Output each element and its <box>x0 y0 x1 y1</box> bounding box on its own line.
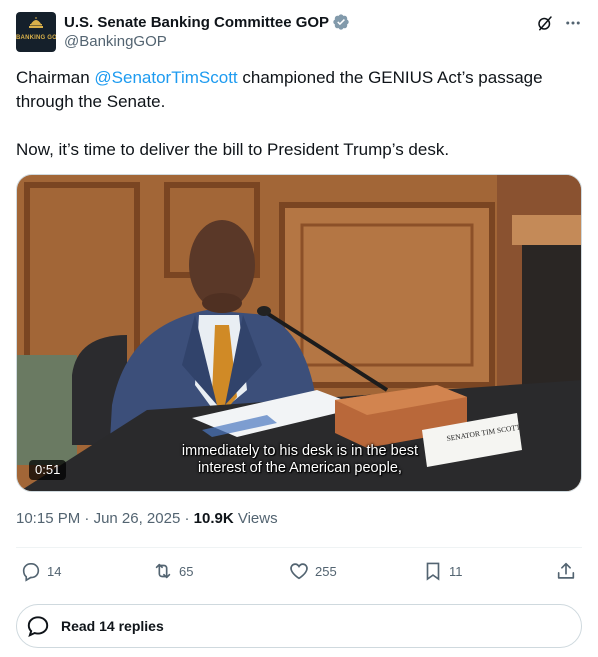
like-button[interactable]: 255 <box>288 560 337 582</box>
video-caption: immediately to his desk is in the best i… <box>17 443 581 477</box>
like-icon <box>290 563 308 580</box>
display-name[interactable]: U.S. Senate Banking Committee GOP <box>64 14 329 31</box>
tweet-time[interactable]: 10:15 PM <box>16 510 80 527</box>
video-player[interactable]: SENATOR TIM SCOTT immediately to his des… <box>16 174 582 492</box>
meta-separator-2: · <box>184 510 190 527</box>
handle[interactable]: @BankingGOP <box>64 33 350 50</box>
divider <box>16 547 582 548</box>
tweet-date[interactable]: Jun 26, 2025 <box>94 510 181 527</box>
avatar[interactable]: BANKING GOP <box>16 12 56 52</box>
video-duration: 0:51 <box>29 460 67 480</box>
avatar-label: BANKING GOP <box>16 35 56 41</box>
share-button[interactable] <box>555 560 577 582</box>
read-replies-label: Read 14 replies <box>61 618 164 634</box>
bookmark-button[interactable]: 11 <box>422 560 463 582</box>
caption-line-2: interest of the American people, <box>198 460 402 476</box>
meta-separator: · <box>84 510 90 527</box>
tweet-paragraph-2: Now, it’s time to deliver the bill to Pr… <box>16 140 450 159</box>
display-name-row: U.S. Senate Banking Committee GOP <box>64 13 350 31</box>
repost-icon <box>155 563 171 579</box>
more-icon[interactable] <box>564 14 582 32</box>
bookmark-count: 11 <box>449 563 463 579</box>
tweet-header: BANKING GOP U.S. Senate Banking Committe… <box>16 12 582 56</box>
like-count: 255 <box>315 563 337 579</box>
repost-button[interactable]: 65 <box>152 560 193 582</box>
bookmark-icon <box>426 562 440 581</box>
capitol-dome-icon <box>29 17 43 28</box>
grok-icon[interactable] <box>536 14 554 32</box>
action-bar: 14 65 255 11 <box>16 560 582 584</box>
tweet-text: Chairman @SenatorTimScott championed the… <box>16 66 582 162</box>
speech-bubble-icon <box>27 616 49 638</box>
reply-count: 14 <box>47 563 62 579</box>
read-replies-button[interactable]: Read 14 replies <box>16 604 582 648</box>
views-label: Views <box>237 510 278 527</box>
reply-icon <box>22 563 40 582</box>
verified-badge-icon[interactable] <box>332 13 350 31</box>
repost-count: 65 <box>179 563 194 579</box>
share-icon <box>557 562 575 579</box>
reply-button[interactable]: 14 <box>20 560 61 582</box>
tweet-paragraph-1: Chairman @SenatorTimScott championed the… <box>16 66 582 114</box>
tweet-text-start: Chairman <box>16 68 95 87</box>
mention-link[interactable]: @SenatorTimScott <box>94 68 237 87</box>
author-names: U.S. Senate Banking Committee GOP @Banki… <box>64 13 350 50</box>
caption-line-1: immediately to his desk is in the best <box>181 443 419 459</box>
views-count[interactable]: 10.9K <box>194 510 234 527</box>
tweet-meta: 10:15 PM · Jun 26, 2025 · 10.9K Views <box>16 510 278 527</box>
